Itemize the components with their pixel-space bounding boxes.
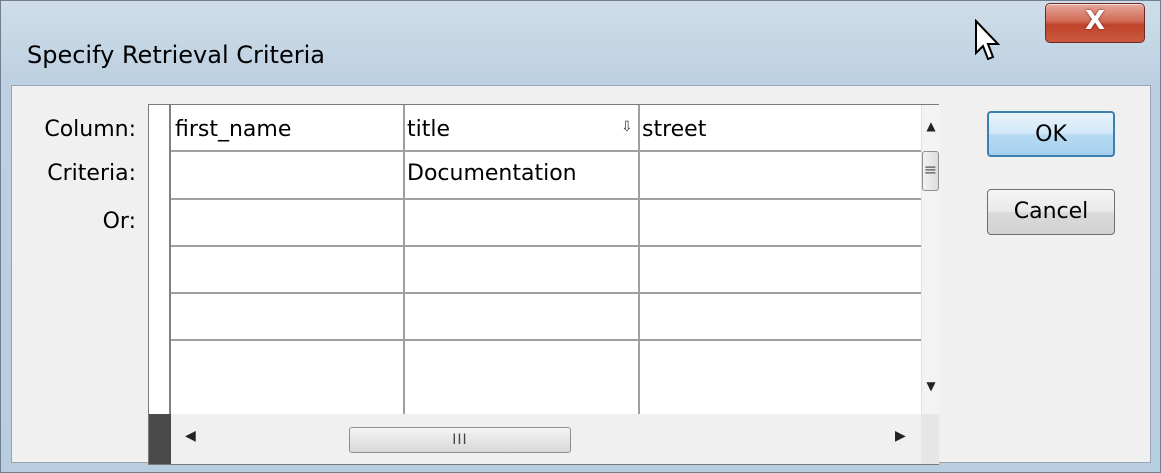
vertical-scroll-thumb[interactable]: ≡ bbox=[922, 151, 939, 191]
cancel-button[interactable]: Cancel bbox=[987, 189, 1115, 235]
column-title-cell[interactable]: title bbox=[407, 117, 450, 142]
scroll-up-icon[interactable]: ▲ bbox=[922, 119, 940, 133]
grid-row-divider bbox=[171, 245, 921, 247]
or-row-label: Or: bbox=[102, 209, 136, 234]
scroll-left-icon[interactable]: ◀ bbox=[185, 428, 196, 444]
grid-corner bbox=[149, 414, 171, 464]
close-button[interactable]: X bbox=[1045, 3, 1145, 43]
dialog-title: Specify Retrieval Criteria bbox=[27, 41, 325, 69]
specify-retrieval-criteria-dialog: Specify Retrieval Criteria X Column: Cri… bbox=[0, 0, 1161, 473]
mouse-cursor-icon bbox=[973, 18, 1001, 67]
grid-row-divider bbox=[171, 150, 921, 152]
grid-row-divider bbox=[171, 339, 921, 341]
scrollbar-corner bbox=[921, 414, 939, 464]
criteria-row-label: Criteria: bbox=[47, 161, 136, 186]
column-first-name-cell[interactable]: first_name bbox=[175, 117, 291, 142]
horizontal-scroll-thumb[interactable]: III bbox=[349, 427, 571, 453]
column-row-label: Column: bbox=[44, 117, 136, 142]
criteria-title-cell[interactable]: Documentation bbox=[407, 161, 577, 186]
grid-row-divider bbox=[171, 292, 921, 294]
horizontal-scrollbar[interactable]: ◀ III ▶ bbox=[149, 414, 939, 464]
ok-button[interactable]: OK bbox=[987, 111, 1115, 157]
column-street-cell[interactable]: street bbox=[642, 117, 706, 142]
scroll-down-icon[interactable]: ▼ bbox=[922, 379, 940, 393]
grid-row-divider bbox=[171, 198, 921, 200]
close-icon: X bbox=[1084, 6, 1106, 36]
scroll-right-icon[interactable]: ▶ bbox=[895, 428, 906, 444]
grid-row-gutter bbox=[149, 105, 171, 414]
vertical-scrollbar[interactable]: ▲ ≡ ▼ bbox=[921, 105, 940, 414]
sort-down-arrow-icon: ⇩ bbox=[621, 119, 633, 135]
criteria-grid[interactable]: first_name title ⇩ street Documentation … bbox=[148, 104, 940, 465]
